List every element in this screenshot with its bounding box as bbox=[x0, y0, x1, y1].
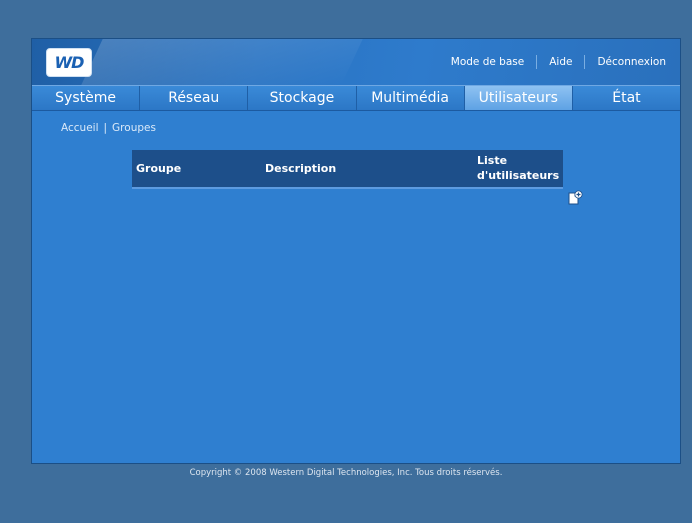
breadcrumb-separator: | bbox=[103, 122, 108, 134]
top-links: Mode de base Aide Déconnexion bbox=[451, 55, 666, 69]
user-list-header-line2: d'utilisateurs bbox=[477, 169, 560, 182]
footer-copyright: Copyright © 2008 Western Digital Technol… bbox=[189, 468, 503, 478]
wd-logo[interactable]: WD bbox=[46, 48, 92, 77]
tab-reseau[interactable]: Réseau bbox=[140, 86, 249, 110]
breadcrumb-home[interactable]: Accueil bbox=[61, 122, 99, 134]
tab-multimedia[interactable]: Multimédia bbox=[357, 86, 465, 110]
breadcrumb: Accueil | Groupes bbox=[61, 122, 156, 134]
link-divider bbox=[584, 55, 586, 69]
tab-utilisateurs[interactable]: Utilisateurs bbox=[464, 86, 573, 110]
logo-text: WD bbox=[54, 53, 85, 72]
breadcrumb-current: Groupes bbox=[112, 122, 156, 134]
column-header-user-list[interactable]: Liste d'utilisateurs bbox=[477, 153, 559, 183]
link-divider bbox=[536, 55, 538, 69]
help-link[interactable]: Aide bbox=[549, 56, 572, 68]
column-header-group[interactable]: Groupe bbox=[136, 162, 181, 175]
tab-etat[interactable]: État bbox=[573, 86, 680, 110]
main-nav: Système Réseau Stockage Multimédia Utili… bbox=[32, 85, 680, 111]
user-list-header-line1: Liste bbox=[477, 154, 508, 167]
tab-systeme[interactable]: Système bbox=[32, 86, 141, 110]
basic-mode-link[interactable]: Mode de base bbox=[451, 56, 524, 68]
header-sheen bbox=[81, 39, 363, 85]
column-header-description[interactable]: Description bbox=[265, 162, 336, 175]
main-panel: WD Mode de base Aide Déconnexion Système… bbox=[31, 38, 681, 464]
add-group-icon[interactable] bbox=[567, 190, 583, 206]
logout-link[interactable]: Déconnexion bbox=[597, 56, 666, 68]
groups-table-header: Groupe Description Liste d'utilisateurs bbox=[132, 150, 563, 189]
tab-stockage[interactable]: Stockage bbox=[248, 86, 357, 110]
header-bar: WD Mode de base Aide Déconnexion bbox=[32, 39, 680, 85]
